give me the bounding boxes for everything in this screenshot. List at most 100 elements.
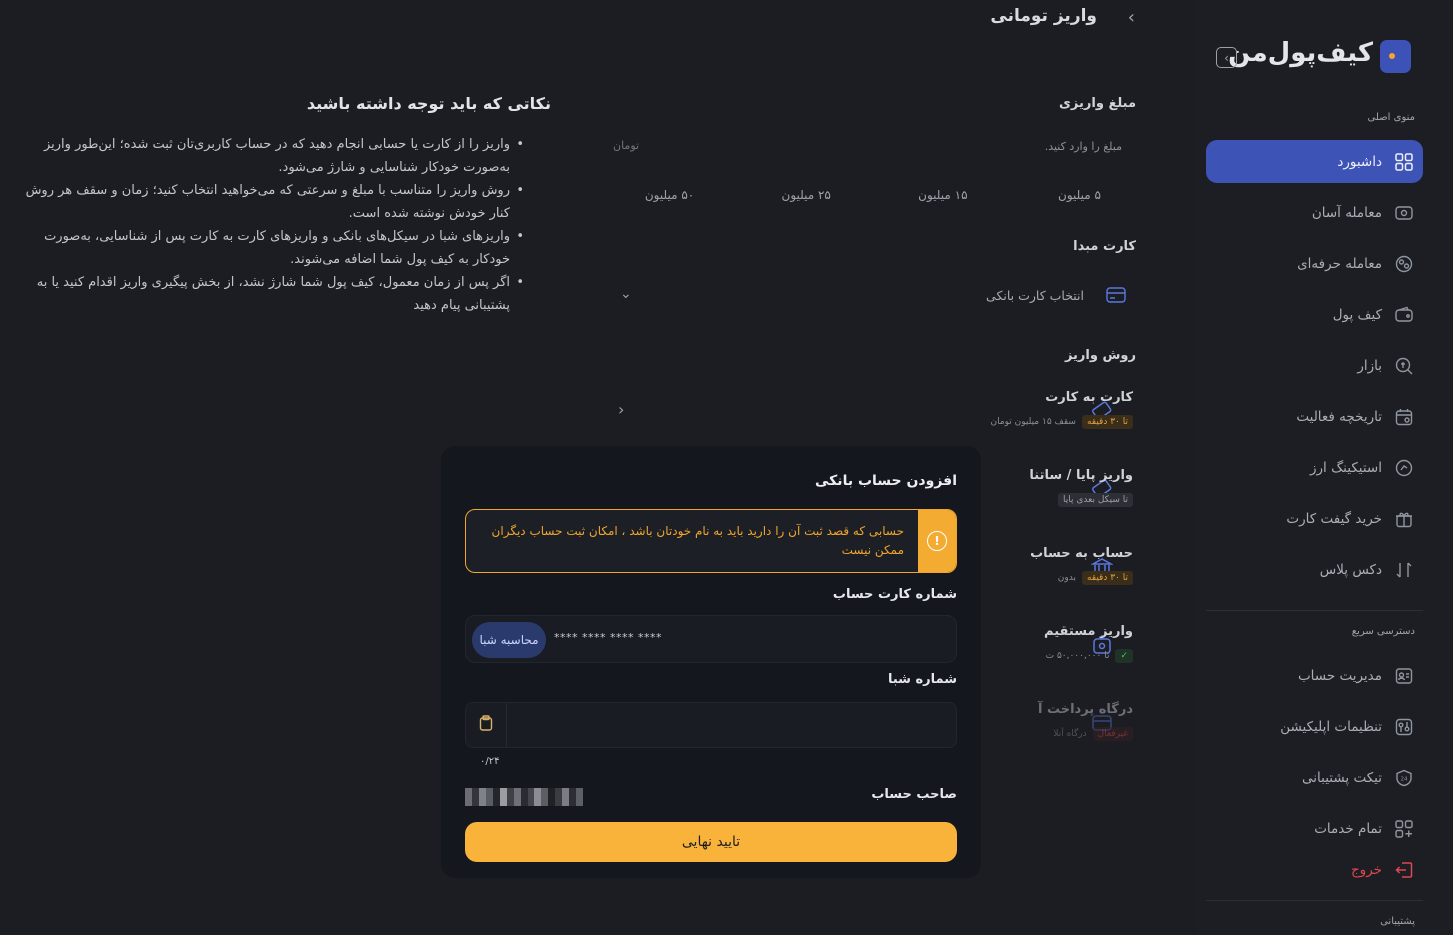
note-item: واریزهای شبا در سیکل‌های بانکی و واریزها…: [24, 225, 524, 271]
account-owner-value-blurred: [465, 788, 583, 806]
deposit-method-paya-satna[interactable]: واریز پایا / ساتنا تا سیکل بعدی پایا: [973, 468, 1133, 507]
method-meta: تا سیکل بعدی پایا: [973, 493, 1133, 507]
collapse-sidebar-button[interactable]: ›: [1216, 47, 1237, 68]
main-menu-label: منوی اصلی: [1367, 112, 1415, 123]
sidebar-item-support-ticket[interactable]: 24 تیکت پشتیبانی: [1206, 756, 1423, 799]
easy-trade-icon: [1394, 203, 1413, 222]
sidebar-item-label: خرید گیفت کارت: [1286, 510, 1382, 527]
card-number-input[interactable]: **** **** **** **** محاسبه شبا: [465, 615, 957, 663]
deposit-method-card-to-card[interactable]: کارت به کارت تا ۳۰ دقیقه سقف ۱۵ میلیون ت…: [973, 390, 1133, 429]
sidebar-item-label: معامله آسان: [1311, 204, 1382, 221]
settings-icon: [1394, 717, 1413, 736]
method-meta: تا ۳۰ دقیقه سقف ۱۵ میلیون تومان: [973, 415, 1133, 429]
account-owner-label: صاحب حساب: [871, 787, 957, 802]
quick-access-label: دسترسی سریع: [1351, 626, 1415, 637]
gift-icon: [1394, 509, 1413, 528]
sidebar-item-label: معامله حرفه‌ای: [1297, 255, 1382, 272]
grid-icon: [1394, 152, 1413, 171]
source-card-placeholder: انتخاب کارت بانکی: [986, 288, 1084, 303]
deposit-method-direct[interactable]: واریز مستقیم ✓ تا ۵۰,۰۰۰,۰۰۰ ت: [973, 624, 1133, 663]
sidebar-item-easy-trade[interactable]: معامله آسان: [1206, 191, 1423, 234]
method-limit: تا ۵۰,۰۰۰,۰۰۰ ت: [1045, 651, 1110, 661]
warning-alert: ! حسابی که قصد ثبت آن را دارید باید به ن…: [465, 509, 957, 573]
notes-title: نکاتی که باید توجه داشته باشید: [306, 94, 551, 113]
chevron-left-icon[interactable]: ‹: [618, 400, 624, 419]
paste-button[interactable]: [466, 703, 507, 747]
method-status-badge: غیرفعال: [1092, 727, 1133, 741]
amount-chip[interactable]: ۱۵ میلیون: [885, 188, 1000, 202]
sidebar-item-dashboard[interactable]: داشبورد: [1206, 140, 1423, 183]
note-item: روش واریز را متناسب با مبلغ و سرعتی که م…: [24, 179, 524, 225]
calculate-sheba-button[interactable]: محاسبه شبا: [472, 622, 546, 658]
logo-icon: [1380, 40, 1411, 73]
sidebar-item-label: دکس پلاس: [1319, 561, 1382, 578]
page-title: واریز تومانی: [990, 6, 1097, 26]
staking-icon: [1394, 458, 1413, 477]
sidebar-item-label: تیکت پشتیبانی: [1302, 769, 1382, 786]
svg-text:24: 24: [1400, 776, 1407, 782]
sidebar-item-label: بازار: [1357, 357, 1382, 374]
sidebar-item-pro-trade[interactable]: معامله حرفه‌ای: [1206, 242, 1423, 285]
wallet-icon: [1394, 305, 1413, 324]
method-title: حساب به حساب: [1030, 546, 1133, 561]
calendar-icon: [1394, 407, 1413, 426]
method-title: واریز مستقیم: [1044, 624, 1133, 639]
support-label: پشتیبانی: [1380, 916, 1415, 927]
support-ticket-icon: 24: [1394, 768, 1413, 787]
back-chevron-icon[interactable]: ›: [1128, 7, 1135, 28]
sidebar-item-label: خروج: [1350, 861, 1382, 878]
amount-label: مبلغ واریزی: [1059, 96, 1136, 111]
source-card-select[interactable]: انتخاب کارت بانکی ⌄: [612, 278, 1126, 314]
sidebar-item-wallet[interactable]: کیف پول: [1206, 293, 1423, 336]
amount-input[interactable]: مبلغ را وارد کنید. تومان: [603, 136, 1138, 160]
method-title: درگاه پرداخت آ: [1037, 702, 1133, 717]
deposit-method-gateway[interactable]: درگاه پرداخت آ غیرفعال درگاه آنلا: [973, 702, 1133, 741]
sidebar-item-logout[interactable]: خروج: [1206, 848, 1423, 891]
method-limit: درگاه آنلا: [1053, 729, 1087, 739]
warning-icon: !: [927, 531, 947, 551]
card-number-label: شماره کارت حساب: [832, 587, 957, 602]
sidebar: کیف‌پول‌من › منوی اصلی داشبورد معامله آس…: [1195, 0, 1453, 935]
sidebar-item-account-management[interactable]: مدیریت حساب: [1206, 654, 1423, 697]
warning-text: حسابی که قصد ثبت آن را دارید باید به نام…: [491, 524, 904, 557]
sidebar-item-label: مدیریت حساب: [1297, 667, 1382, 684]
market-icon: [1394, 356, 1413, 375]
method-meta: غیرفعال درگاه آنلا: [973, 727, 1133, 741]
sidebar-item-label: کیف پول: [1332, 306, 1382, 323]
method-meta: ✓ تا ۵۰,۰۰۰,۰۰۰ ت: [973, 649, 1133, 663]
amount-chips: ۵ میلیون ۱۵ میلیون ۲۵ میلیون ۵۰ میلیون: [612, 188, 1137, 202]
method-status-badge: ✓: [1115, 649, 1133, 663]
method-title: واریز پایا / ساتنا: [1029, 468, 1133, 483]
sidebar-item-app-settings[interactable]: تنظیمات اپلیکیشن: [1206, 705, 1423, 748]
sidebar-item-all-services[interactable]: تمام خدمات: [1206, 807, 1423, 850]
sidebar-item-label: تمام خدمات: [1314, 820, 1382, 837]
sidebar-item-activity-history[interactable]: تاریخچه فعالیت: [1206, 395, 1423, 438]
sheba-input[interactable]: [465, 702, 957, 748]
amount-chip[interactable]: ۵ میلیون: [1022, 188, 1137, 202]
sidebar-item-label: تنظیمات اپلیکیشن: [1280, 718, 1382, 735]
sidebar-item-label: استیکینگ ارز: [1310, 459, 1382, 476]
method-time-badge: تا ۳۰ دقیقه: [1081, 571, 1133, 585]
sidebar-divider: [1206, 900, 1423, 901]
amount-placeholder: مبلغ را وارد کنید.: [1044, 140, 1122, 153]
pro-trade-icon: [1394, 254, 1413, 273]
amount-chip[interactable]: ۲۵ میلیون: [749, 188, 864, 202]
card-number-value: **** **** **** ****: [554, 631, 662, 644]
sidebar-item-gift-card[interactable]: خرید گیفت کارت: [1206, 497, 1423, 540]
sidebar-item-market[interactable]: بازار: [1206, 344, 1423, 387]
method-time-badge: تا ۳۰ دقیقه: [1081, 415, 1133, 429]
sidebar-item-label: داشبورد: [1337, 153, 1382, 170]
confirm-button[interactable]: تایید نهایی: [465, 822, 957, 862]
account-icon: [1394, 666, 1413, 685]
sidebar-item-dex-plus[interactable]: دکس پلاس: [1206, 548, 1423, 591]
clipboard-icon: [479, 715, 493, 735]
amount-chip[interactable]: ۵۰ میلیون: [612, 188, 727, 202]
sidebar-item-staking[interactable]: استیکینگ ارز: [1206, 446, 1423, 489]
note-item: واریز را از کارت یا حسابی انجام دهید که …: [24, 133, 524, 179]
dex-icon: [1394, 560, 1413, 579]
chevron-down-icon: ⌄: [620, 286, 632, 302]
all-services-icon: [1394, 819, 1413, 838]
deposit-method-account-to-account[interactable]: حساب به حساب تا ۳۰ دقیقه بدون: [973, 546, 1133, 585]
add-bank-account-modal: افزودن حساب بانکی ! حسابی که قصد ثبت آن …: [441, 446, 981, 878]
method-limit: بدون: [1057, 573, 1076, 583]
